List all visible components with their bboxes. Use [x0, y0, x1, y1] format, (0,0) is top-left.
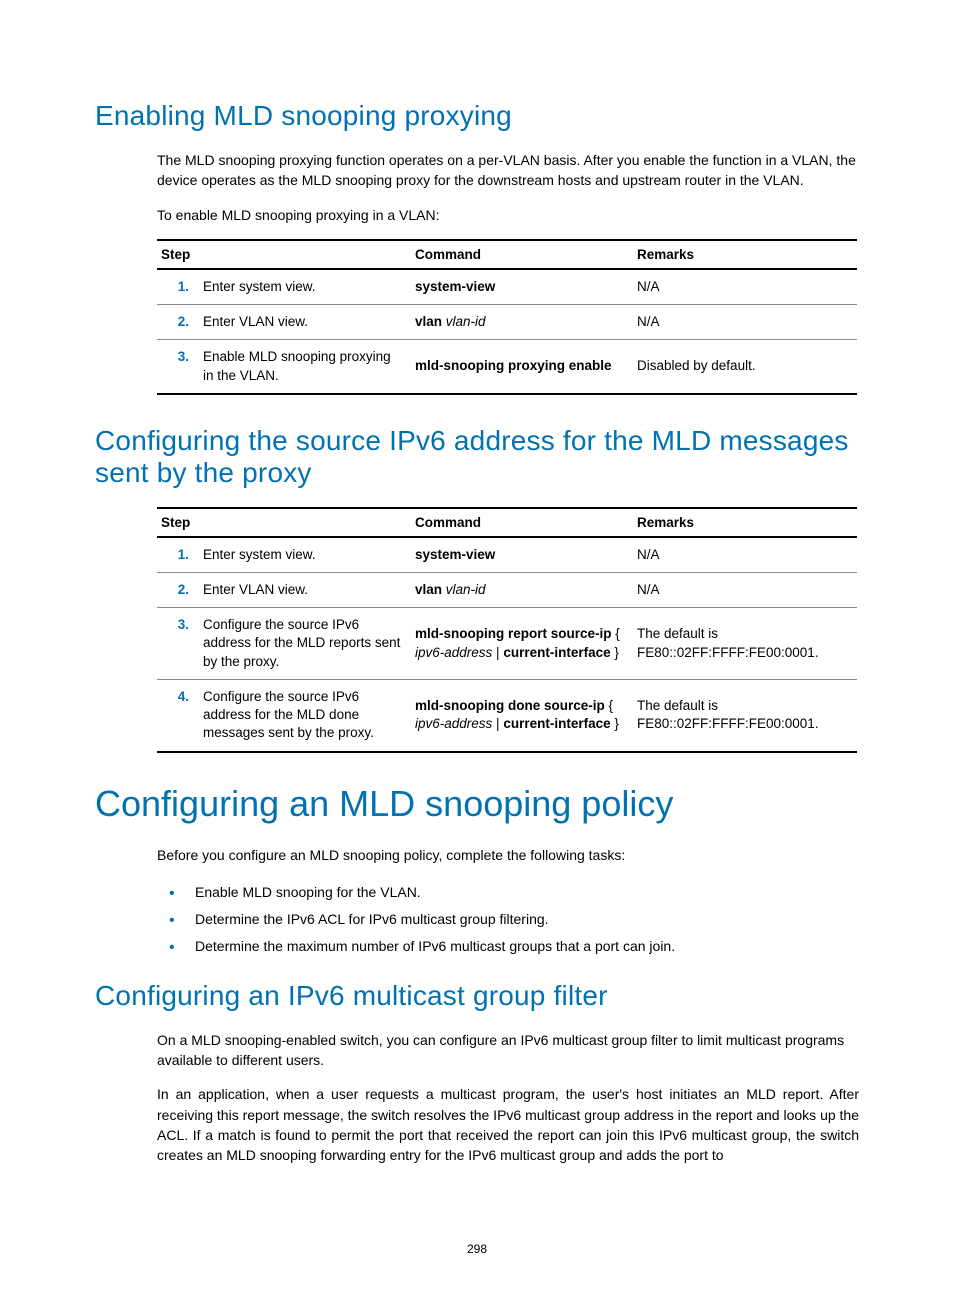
step-text: Configure the source IPv6 address for th…	[199, 608, 411, 680]
step-number: 1.	[157, 269, 199, 305]
step-number: 2.	[157, 572, 199, 607]
table-row: 2.Enter VLAN view.vlan vlan-idN/A	[157, 572, 857, 607]
table-row: 3.Enable MLD snooping proxying in the VL…	[157, 340, 857, 394]
command-text: mld-snooping proxying enable	[411, 340, 633, 394]
step-number: 3.	[157, 608, 199, 680]
th-remarks: Remarks	[633, 508, 857, 537]
list-item: Determine the IPv6 ACL for IPv6 multicas…	[195, 906, 859, 933]
bullet-list: Enable MLD snooping for the VLAN.Determi…	[95, 879, 859, 960]
remarks-text: N/A	[633, 305, 857, 340]
table-row: 2.Enter VLAN view.vlan vlan-idN/A	[157, 305, 857, 340]
th-step: Step	[157, 240, 411, 269]
step-text: Enter VLAN view.	[199, 305, 411, 340]
command-text: vlan vlan-id	[411, 572, 633, 607]
step-number: 2.	[157, 305, 199, 340]
th-remarks: Remarks	[633, 240, 857, 269]
remarks-text: N/A	[633, 269, 857, 305]
remarks-text: The default is FE80::02FF:FFFF:FE00:0001…	[633, 608, 857, 680]
paragraph: To enable MLD snooping proxying in a VLA…	[95, 205, 859, 225]
list-item: Enable MLD snooping for the VLAN.	[195, 879, 859, 906]
command-text: mld-snooping report source-ip { ipv6-add…	[411, 608, 633, 680]
step-number: 1.	[157, 537, 199, 573]
remarks-text: N/A	[633, 537, 857, 573]
th-command: Command	[411, 240, 633, 269]
table-row: 1.Enter system view.system-viewN/A	[157, 537, 857, 573]
paragraph: Before you configure an MLD snooping pol…	[95, 845, 859, 865]
step-text: Enable MLD snooping proxying in the VLAN…	[199, 340, 411, 394]
command-text: mld-snooping done source-ip { ipv6-addre…	[411, 679, 633, 751]
step-number: 3.	[157, 340, 199, 394]
table-enable-proxying: Step Command Remarks 1.Enter system view…	[157, 239, 857, 395]
step-text: Enter VLAN view.	[199, 572, 411, 607]
step-text: Enter system view.	[199, 537, 411, 573]
table-row: 4.Configure the source IPv6 address for …	[157, 679, 857, 751]
paragraph: The MLD snooping proxying function opera…	[95, 150, 859, 191]
list-item: Determine the maximum number of IPv6 mul…	[195, 933, 859, 960]
th-command: Command	[411, 508, 633, 537]
command-text: system-view	[411, 537, 633, 573]
remarks-text: N/A	[633, 572, 857, 607]
paragraph: In an application, when a user requests …	[95, 1084, 859, 1165]
step-number: 4.	[157, 679, 199, 751]
page-number: 298	[0, 1242, 954, 1256]
table-source-ipv6: Step Command Remarks 1.Enter system view…	[157, 507, 857, 753]
paragraph: On a MLD snooping-enabled switch, you ca…	[95, 1030, 859, 1071]
command-text: system-view	[411, 269, 633, 305]
step-text: Enter system view.	[199, 269, 411, 305]
table-row: 3.Configure the source IPv6 address for …	[157, 608, 857, 680]
heading-ipv6-filter: Configuring an IPv6 multicast group filt…	[95, 980, 859, 1012]
heading-source-ipv6: Configuring the source IPv6 address for …	[95, 425, 859, 489]
heading-snooping-policy: Configuring an MLD snooping policy	[95, 783, 859, 825]
remarks-text: The default is FE80::02FF:FFFF:FE00:0001…	[633, 679, 857, 751]
table-row: 1.Enter system view.system-viewN/A	[157, 269, 857, 305]
step-text: Configure the source IPv6 address for th…	[199, 679, 411, 751]
command-text: vlan vlan-id	[411, 305, 633, 340]
th-step: Step	[157, 508, 411, 537]
remarks-text: Disabled by default.	[633, 340, 857, 394]
heading-enabling-mld-proxying: Enabling MLD snooping proxying	[95, 100, 859, 132]
